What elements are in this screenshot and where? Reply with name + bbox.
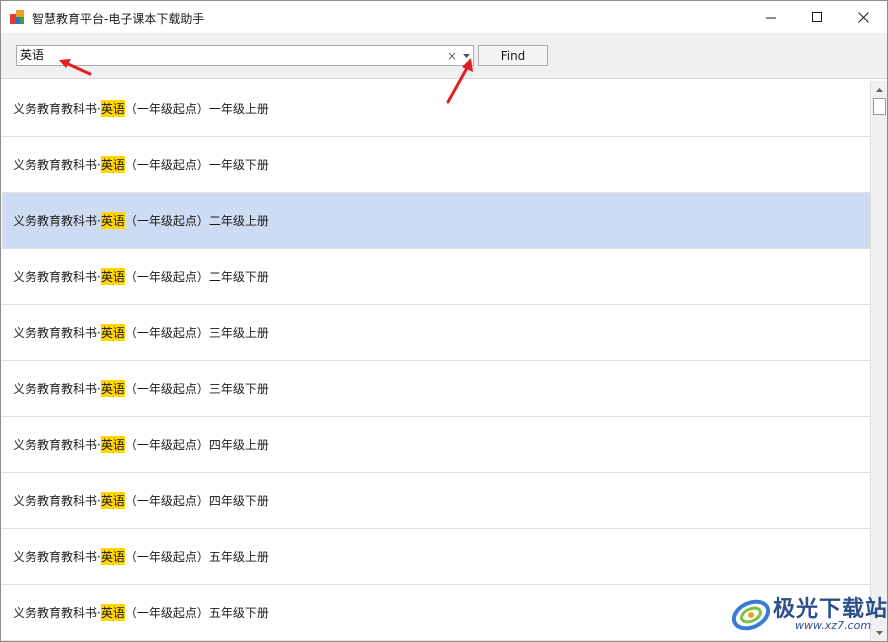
item-suffix: （一年级起点）五年级上册: [124, 550, 269, 564]
result-list[interactable]: 义务教育教科书· 英语 （一年级起点）一年级上册 义务教育教科书· 英语 （一年级起点）一…: [2, 81, 870, 641]
app-window: 智慧教育平台-电子课本下载助手 × Find 义务教育教科书·英语（一年级起点）…: [0, 0, 888, 642]
item-prefix: 义务教育教科书·: [13, 494, 101, 508]
close-button[interactable]: [840, 1, 886, 33]
list-item[interactable]: 义务教育教科书· 英语 （一年级起点）四年级上册: [2, 417, 870, 473]
search-highlight: 英语: [100, 212, 125, 229]
search-highlight: 英语: [100, 548, 125, 565]
scroll-thumb[interactable]: [873, 98, 886, 115]
search-highlight: 英语: [100, 604, 125, 621]
vertical-scrollbar[interactable]: [870, 81, 887, 641]
item-prefix: 义务教育教科书·: [13, 158, 101, 172]
item-suffix: （一年级起点）三年级上册: [124, 326, 269, 340]
watermark-logo: 极光下载站 www.xz7.com: [729, 589, 887, 637]
item-prefix: 义务教育教科书·: [13, 102, 101, 116]
annotation-arrow-icon: [59, 59, 92, 76]
list-item[interactable]: 义务教育教科书· 英语 （一年级起点）二年级上册: [2, 193, 870, 249]
list-item[interactable]: 义务教育教科书· 英语 （一年级起点）五年级上册: [2, 529, 870, 585]
item-prefix: 义务教育教科书·: [13, 326, 101, 340]
item-prefix: 义务教育教科书·: [13, 438, 101, 452]
search-highlight: 英语: [100, 492, 125, 509]
item-suffix: （一年级起点）四年级上册: [124, 438, 269, 452]
list-item[interactable]: 义务教育教科书· 英语 （一年级起点）一年级下册: [2, 137, 870, 193]
scroll-up-icon[interactable]: [871, 81, 887, 98]
search-highlight: 英语: [100, 100, 125, 117]
list-item[interactable]: 义务教育教科书· 英语 （一年级起点）一年级上册: [2, 81, 870, 137]
search-highlight: 英语: [100, 380, 125, 397]
maximize-button[interactable]: [794, 1, 840, 33]
watermark-url: www.xz7.com: [795, 619, 872, 632]
app-logo-icon: [10, 10, 24, 24]
item-suffix: （一年级起点）四年级下册: [124, 494, 269, 508]
item-suffix: （一年级起点）二年级下册: [124, 270, 269, 284]
search-highlight: 英语: [100, 268, 125, 285]
item-prefix: 义务教育教科书·: [13, 550, 101, 564]
list-item[interactable]: 义务教育教科书· 英语 （一年级起点）三年级上册: [2, 305, 870, 361]
item-suffix: （一年级起点）五年级下册: [124, 606, 269, 620]
item-prefix: 义务教育教科书·: [13, 270, 101, 284]
search-highlight: 英语: [100, 324, 125, 341]
watermark-swirl-icon: [731, 599, 771, 631]
list-item[interactable]: 义务教育教科书· 英语 （一年级起点）二年级下册: [2, 249, 870, 305]
item-suffix: （一年级起点）一年级上册: [124, 102, 269, 116]
search-highlight: 英语: [100, 156, 125, 173]
minimize-icon: [765, 17, 776, 18]
search-highlight: 英语: [100, 436, 125, 453]
list-item[interactable]: 义务教育教科书· 英语 （一年级起点）三年级下册: [2, 361, 870, 417]
item-prefix: 义务教育教科书·: [13, 214, 101, 228]
item-suffix: （一年级起点）一年级下册: [124, 158, 269, 172]
annotation-arrow-icon: [446, 58, 473, 104]
maximize-icon: [811, 11, 822, 22]
minimize-button[interactable]: [748, 1, 794, 33]
item-suffix: （一年级起点）二年级上册: [124, 214, 269, 228]
window-title: 智慧教育平台-电子课本下载助手: [32, 12, 205, 26]
item-suffix: （一年级起点）三年级下册: [124, 382, 269, 396]
close-icon: [857, 11, 869, 23]
list-item[interactable]: 义务教育教科书· 英语 （一年级起点）四年级下册: [2, 473, 870, 529]
item-prefix: 义务教育教科书·: [13, 606, 101, 620]
title-bar[interactable]: 智慧教育平台-电子课本下载助手: [1, 1, 887, 33]
item-prefix: 义务教育教科书·: [13, 382, 101, 396]
find-button[interactable]: Find: [478, 45, 548, 66]
